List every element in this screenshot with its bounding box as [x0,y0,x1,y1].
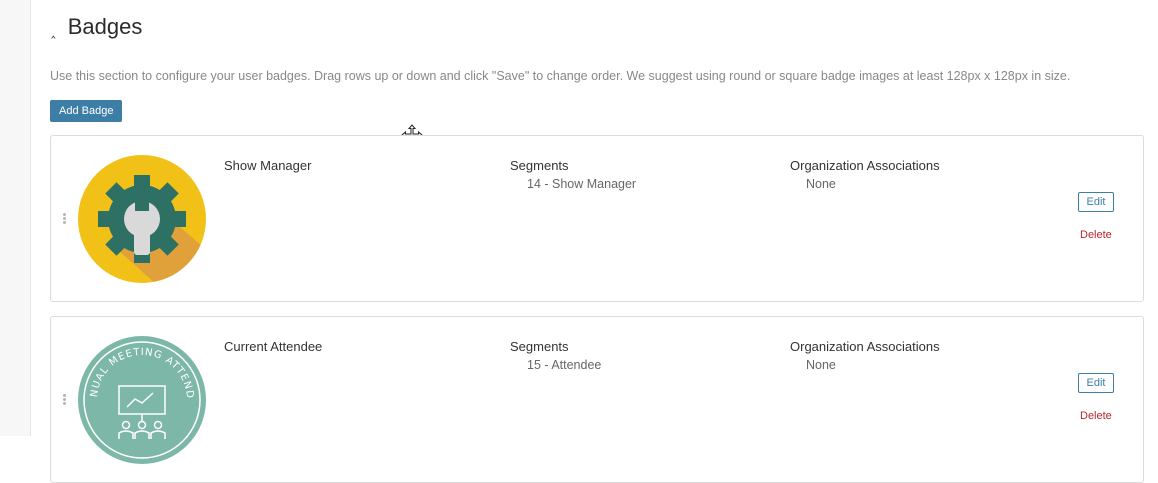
delete-link[interactable]: Delete [1080,229,1112,241]
drag-handle-icon[interactable] [63,394,67,406]
org-associations-value: None [806,177,836,191]
section-description: Use this section to configure your user … [50,69,1071,83]
meeting-attendee-badge-image: ANNUAL MEETING ATTENDEE [77,335,206,464]
badges-section: ‸ Badges Use this section to configure y… [31,0,1158,483]
badge-row[interactable]: ANNUAL MEETING ATTENDEE Current Attendee… [50,316,1144,483]
delete-link[interactable]: Delete [1080,410,1112,422]
drag-handle-icon[interactable] [63,213,67,225]
org-associations-label: Organization Associations [790,339,940,354]
section-header[interactable]: ‸ Badges [51,14,142,40]
badge-row[interactable]: Show Manager Segments 14 - Show Manager … [50,135,1144,302]
edit-button[interactable]: Edit [1078,192,1114,212]
chevron-up-icon[interactable]: ‸ [51,23,56,39]
segments-label: Segments [510,339,569,354]
org-associations-label: Organization Associations [790,158,940,173]
add-badge-button[interactable]: Add Badge [50,100,123,122]
badge-name: Show Manager [224,158,312,173]
org-associations-value: None [806,358,836,372]
section-title: Badges [67,14,143,39]
show-manager-badge-image [78,155,206,283]
segment-value: 14 - Show Manager [527,177,637,191]
segments-label: Segments [510,158,569,173]
segment-value: 15 - Attendee [527,358,602,372]
edit-button[interactable]: Edit [1078,373,1114,393]
left-rail [0,0,31,436]
badge-name: Current Attendee [224,339,323,354]
